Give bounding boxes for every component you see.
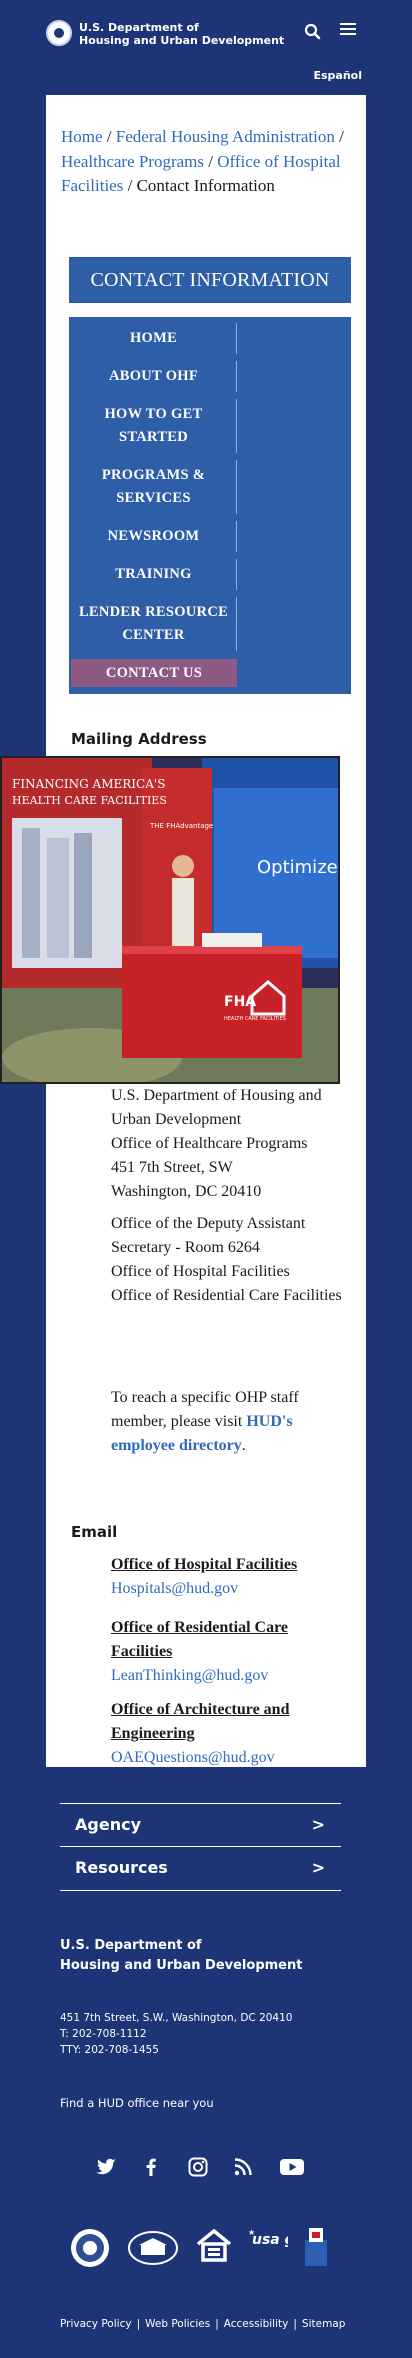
separator: | [136,2318,141,2330]
footer-street: 451 7th Street, S.W., Washington, DC 204… [60,2012,293,2024]
panel-title: THE FHAdvantage [149,822,213,830]
address-line: U.S. Department of Housing and Urban Dev… [111,1087,322,1128]
search-icon[interactable] [303,22,323,42]
facebook-icon[interactable] [139,2155,163,2179]
vote-logo[interactable] [301,2226,331,2273]
usagov-text: usa gov [252,2232,288,2248]
banner-text: FINANCING AMERICA'S [12,777,165,791]
footer-accordion-resources[interactable]: Resources > [60,1847,341,1891]
footer-accordion-label: Resources [75,1858,168,1877]
agency-name-line1: U.S. Department of [79,21,199,34]
footer-agency-line2: Housing and Urban Development [60,1958,303,1973]
breadcrumb-fha[interactable]: Federal Housing Administration [116,127,335,146]
address-line: Office of the Deputy Assistant Secretary… [111,1215,306,1256]
separator: | [215,2318,219,2330]
staff-directory-end: . [241,1437,246,1454]
email-entry: Office of Residential Care Facilities Le… [111,1616,351,1688]
hamburger-menu-icon[interactable] [338,20,358,40]
mailing-address-block: U.S. Department of Housing and Urban Dev… [111,1084,351,1204]
privacy-policy-link[interactable]: Privacy Policy [60,2318,132,2330]
email-entry-title: Office of Residential Care Facilities [111,1619,288,1660]
separator: | [293,2318,297,2330]
office-address-block: Office of the Deputy Assistant Secretary… [111,1212,351,1308]
optimize-text: Optimize [257,857,338,878]
address-line: Washington, DC 20410 [111,1183,262,1200]
instagram-icon[interactable] [186,2155,210,2179]
footer-agency-line1: U.S. Department of [60,1938,202,1953]
address-line: 451 7th Street, SW [111,1159,233,1176]
hud-seal-logo[interactable] [70,2228,110,2273]
trade-show-booth-photo: FINANCING AMERICA'S HEALTH CARE FACILITI… [0,756,340,1084]
chevron-right-icon: > [311,1815,325,1834]
site-header: U.S. Department of Housing and Urban Dev… [0,0,412,64]
email-entry-address[interactable]: Hospitals@hud.gov [111,1577,351,1601]
side-nav-about-ohf[interactable]: ABOUT OHF [71,361,237,392]
twitter-icon[interactable] [94,2155,118,2179]
breadcrumb: Home / Federal Housing Administration / … [61,125,361,199]
side-nav-contact-us[interactable]: CONTACT US [71,659,237,687]
email-entry-address[interactable]: OAEQuestions@hud.gov [111,1746,351,1770]
contact-information-title: CONTACT INFORMATION [69,257,351,303]
youtube-icon[interactable] [278,2155,306,2179]
footer-accordion-agency[interactable]: Agency > [60,1803,341,1847]
rss-icon[interactable] [231,2155,255,2179]
mailing-address-heading: Mailing Address [71,730,207,748]
breadcrumb-separator: / [339,127,344,146]
address-line: Office of Healthcare Programs [111,1135,308,1152]
language-link-espanol[interactable]: Español [313,69,362,82]
accessibility-link[interactable]: Accessibility [224,2318,289,2330]
footer-links: Privacy Policy | Web Policies | Accessibilit… [60,2318,345,2330]
email-entry-title: Office of Architecture and Engineering [111,1701,290,1742]
hud-seal-icon[interactable] [46,20,72,46]
email-entry: Office of Hospital Facilities Hospitals@… [111,1553,351,1601]
email-heading: Email [71,1523,118,1541]
email-entry: Office of Architecture and Engineering O… [111,1698,351,1770]
agency-name[interactable]: U.S. Department of Housing and Urban Dev… [79,21,284,47]
breadcrumb-separator: / [208,151,214,171]
table-sub-text: HEALTH CARE FACILITIES [224,1016,286,1022]
side-nav-lender-resource-center[interactable]: LENDER RESOURCE CENTER [71,597,237,651]
chevron-right-icon: > [311,1858,325,1877]
address-line: Office of Hospital Facilities [111,1263,290,1280]
find-hud-office-link[interactable]: Find a HUD office near you [60,2096,214,2110]
address-line: Office of Residential Care Facilities [111,1287,342,1304]
side-nav-home[interactable]: HOME [71,323,237,354]
web-policies-link[interactable]: Web Policies [145,2318,210,2330]
footer-contact-info: 451 7th Street, S.W., Washington, DC 204… [60,2010,292,2058]
side-nav-training[interactable]: TRAINING [71,559,237,590]
usa-gov-logo[interactable]: usa gov★ [248,2226,314,2273]
banner-text: HEALTH CARE FACILITIES [12,794,167,807]
email-entry-address[interactable]: LeanThinking@hud.gov [111,1664,351,1688]
footer-tty: TTY: 202-708-1455 [60,2044,159,2056]
svg-text:★: ★ [248,2228,255,2237]
footer-agency-name: U.S. Department of Housing and Urban Dev… [60,1936,302,1976]
side-nav: HOME ABOUT OHF HOW TO GET STARTED PROGRA… [69,317,351,694]
agency-name-line2: Housing and Urban Development [79,34,285,47]
email-entry-title: Office of Hospital Facilities [111,1556,298,1573]
breadcrumb-separator: / [127,176,133,195]
staff-directory-text: To reach a specific OHP staff member, pl… [111,1386,351,1458]
breadcrumb-healthcare[interactable]: Healthcare Programs [61,152,204,171]
sitemap-link[interactable]: Sitemap [302,2318,346,2330]
equal-housing-opportunity-icon[interactable] [195,2228,233,2269]
breadcrumb-home[interactable]: Home [61,127,103,146]
side-nav-how-to-get-started[interactable]: HOW TO GET STARTED [71,399,237,453]
white-house-logo[interactable] [128,2231,178,2270]
side-nav-programs-services[interactable]: PROGRAMS & SERVICES [71,460,237,514]
side-nav-newsroom[interactable]: NEWSROOM [71,521,237,552]
table-logo-text: FHA [224,994,256,1010]
breadcrumb-separator: / [106,127,112,146]
footer-phone: T: 202-708-1112 [60,2028,147,2040]
footer-accordion-label: Agency [75,1815,141,1834]
breadcrumb-current: Contact Information [136,176,275,195]
